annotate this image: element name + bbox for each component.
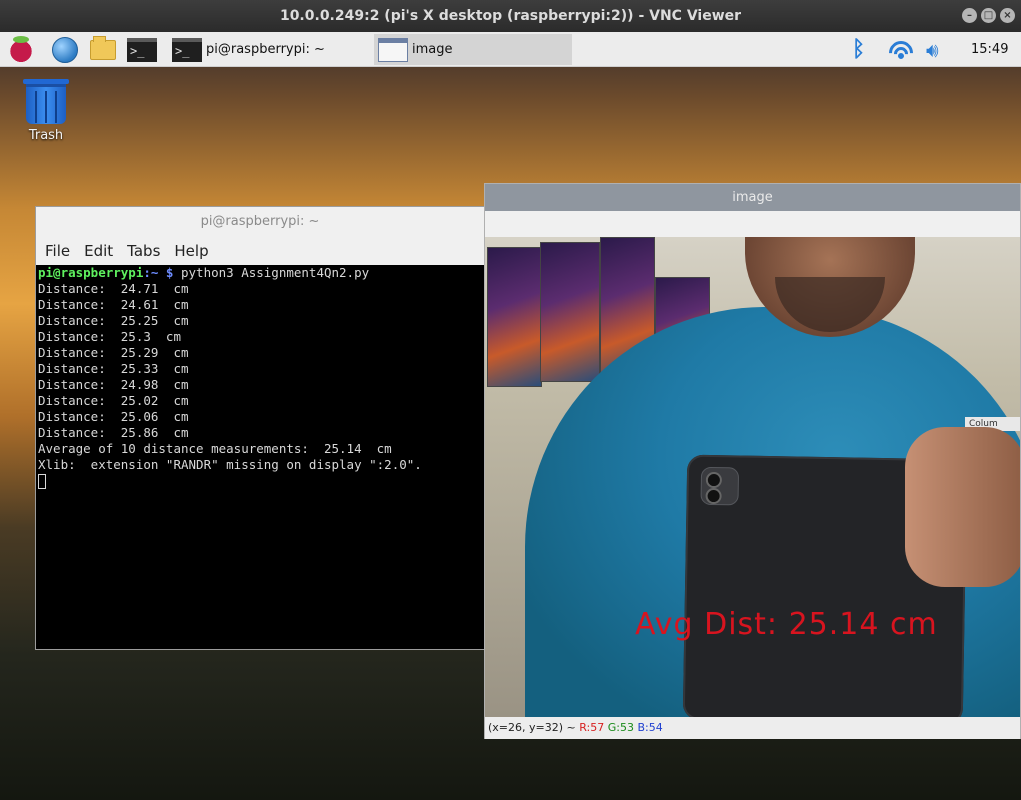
menu-help[interactable]: Help bbox=[174, 242, 208, 260]
minimize-icon[interactable]: – bbox=[962, 8, 977, 23]
output-line: Distance: 24.98 cm bbox=[38, 377, 189, 392]
task-label: image bbox=[412, 42, 453, 57]
vnc-title-bar[interactable]: 10.0.0.249:2 (pi's X desktop (raspberryp… bbox=[0, 0, 1021, 32]
trash-icon bbox=[23, 79, 69, 124]
taskbar-task-image[interactable]: image bbox=[374, 34, 572, 65]
vnc-window-title: 10.0.0.249:2 (pi's X desktop (raspberryp… bbox=[279, 8, 742, 24]
maximize-icon[interactable]: □ bbox=[981, 8, 996, 23]
prompt-path: :~ $ bbox=[143, 265, 174, 280]
pixel-red: R:57 bbox=[579, 721, 605, 734]
file-manager-button[interactable] bbox=[88, 35, 118, 64]
tablet-camera-icon bbox=[700, 466, 740, 506]
wall-poster bbox=[540, 242, 600, 382]
output-line: Distance: 25.25 cm bbox=[38, 313, 189, 328]
image-window[interactable]: image Colum Avg Dist: 25.14 cm (x=26, y=… bbox=[484, 183, 1021, 739]
output-line: Distance: 25.3 cm bbox=[38, 329, 181, 344]
clock-label: 15:49 bbox=[971, 42, 1009, 57]
command-text: python3 Assignment4Qn2.py bbox=[173, 265, 370, 280]
wifi-icon bbox=[888, 38, 914, 61]
clock[interactable]: 15:49 bbox=[971, 34, 1008, 65]
terminal-launcher-button[interactable]: >_ bbox=[127, 35, 157, 64]
camera-frame[interactable]: Colum Avg Dist: 25.14 cm bbox=[485, 237, 1020, 717]
output-line: Distance: 25.86 cm bbox=[38, 425, 189, 440]
task-label: pi@raspberrypi: ~ bbox=[206, 42, 325, 57]
terminal-output[interactable]: pi@raspberrypi:~ $ python3 Assignment4Qn… bbox=[36, 265, 484, 649]
wall-poster bbox=[487, 247, 542, 387]
web-browser-icon bbox=[52, 36, 78, 63]
output-line: Distance: 24.71 cm bbox=[38, 281, 189, 296]
cursor-line bbox=[38, 473, 482, 489]
pixel-green: G:53 bbox=[607, 721, 634, 734]
image-title-bar[interactable]: image bbox=[485, 184, 1020, 211]
terminal-icon: >_ bbox=[172, 37, 202, 62]
image-window-title: image bbox=[732, 190, 773, 205]
output-line: Distance: 25.29 cm bbox=[38, 345, 189, 360]
terminal-title-bar[interactable]: pi@raspberrypi: ~ bbox=[36, 207, 484, 237]
wifi-button[interactable] bbox=[888, 34, 914, 65]
terminal-icon: >_ bbox=[127, 37, 157, 62]
taskbar: >_ >_ pi@raspberrypi: ~ image ᛒ 🔊︎ 15:49 bbox=[0, 32, 1021, 67]
image-status-bar: (x=26, y=32) ~ R:57 G:53 B:54 bbox=[485, 717, 1020, 739]
output-line: Distance: 25.06 cm bbox=[38, 409, 189, 424]
text-cursor bbox=[38, 474, 46, 489]
prompt-user: pi@raspberrypi bbox=[38, 265, 144, 280]
volume-button[interactable]: 🔊︎ bbox=[926, 34, 939, 65]
output-line: Distance: 24.61 cm bbox=[38, 297, 189, 312]
output-line: Distance: 25.33 cm bbox=[38, 361, 189, 376]
terminal-menubar: File Edit Tabs Help bbox=[36, 237, 484, 265]
web-browser-button[interactable] bbox=[50, 35, 80, 64]
desktop-trash[interactable]: Trash bbox=[20, 79, 72, 143]
terminal-window[interactable]: pi@raspberrypi: ~ File Edit Tabs Help pi… bbox=[35, 206, 485, 650]
trash-label: Trash bbox=[28, 128, 64, 143]
distance-overlay-text: Avg Dist: 25.14 cm bbox=[635, 607, 938, 642]
person-hand bbox=[905, 427, 1020, 587]
menu-file[interactable]: File bbox=[45, 242, 70, 260]
output-line: Average of 10 distance measurements: 25.… bbox=[38, 441, 392, 456]
bluetooth-icon: ᛒ bbox=[852, 37, 866, 62]
output-line: Distance: 25.02 cm bbox=[38, 393, 189, 408]
menu-tabs[interactable]: Tabs bbox=[127, 242, 160, 260]
window-icon bbox=[378, 37, 408, 62]
pixel-blue: B:54 bbox=[637, 721, 663, 734]
image-toolbar bbox=[485, 211, 1020, 237]
volume-icon: 🔊︎ bbox=[926, 37, 939, 62]
terminal-title: pi@raspberrypi: ~ bbox=[200, 214, 320, 229]
output-line: Xlib: extension "RANDR" missing on displ… bbox=[38, 457, 422, 472]
raspberry-menu-icon bbox=[8, 35, 34, 63]
file-manager-icon bbox=[90, 35, 116, 60]
menu-edit[interactable]: Edit bbox=[84, 242, 113, 260]
taskbar-task-terminal[interactable]: >_ pi@raspberrypi: ~ bbox=[172, 34, 325, 65]
raspberry-menu-button[interactable] bbox=[6, 35, 36, 64]
prompt-line: pi@raspberrypi:~ $ python3 Assignment4Qn… bbox=[38, 265, 482, 281]
close-icon[interactable]: × bbox=[1000, 8, 1015, 23]
bluetooth-button[interactable]: ᛒ bbox=[852, 34, 865, 65]
cursor-coords: (x=26, y=32) ~ bbox=[488, 721, 576, 734]
